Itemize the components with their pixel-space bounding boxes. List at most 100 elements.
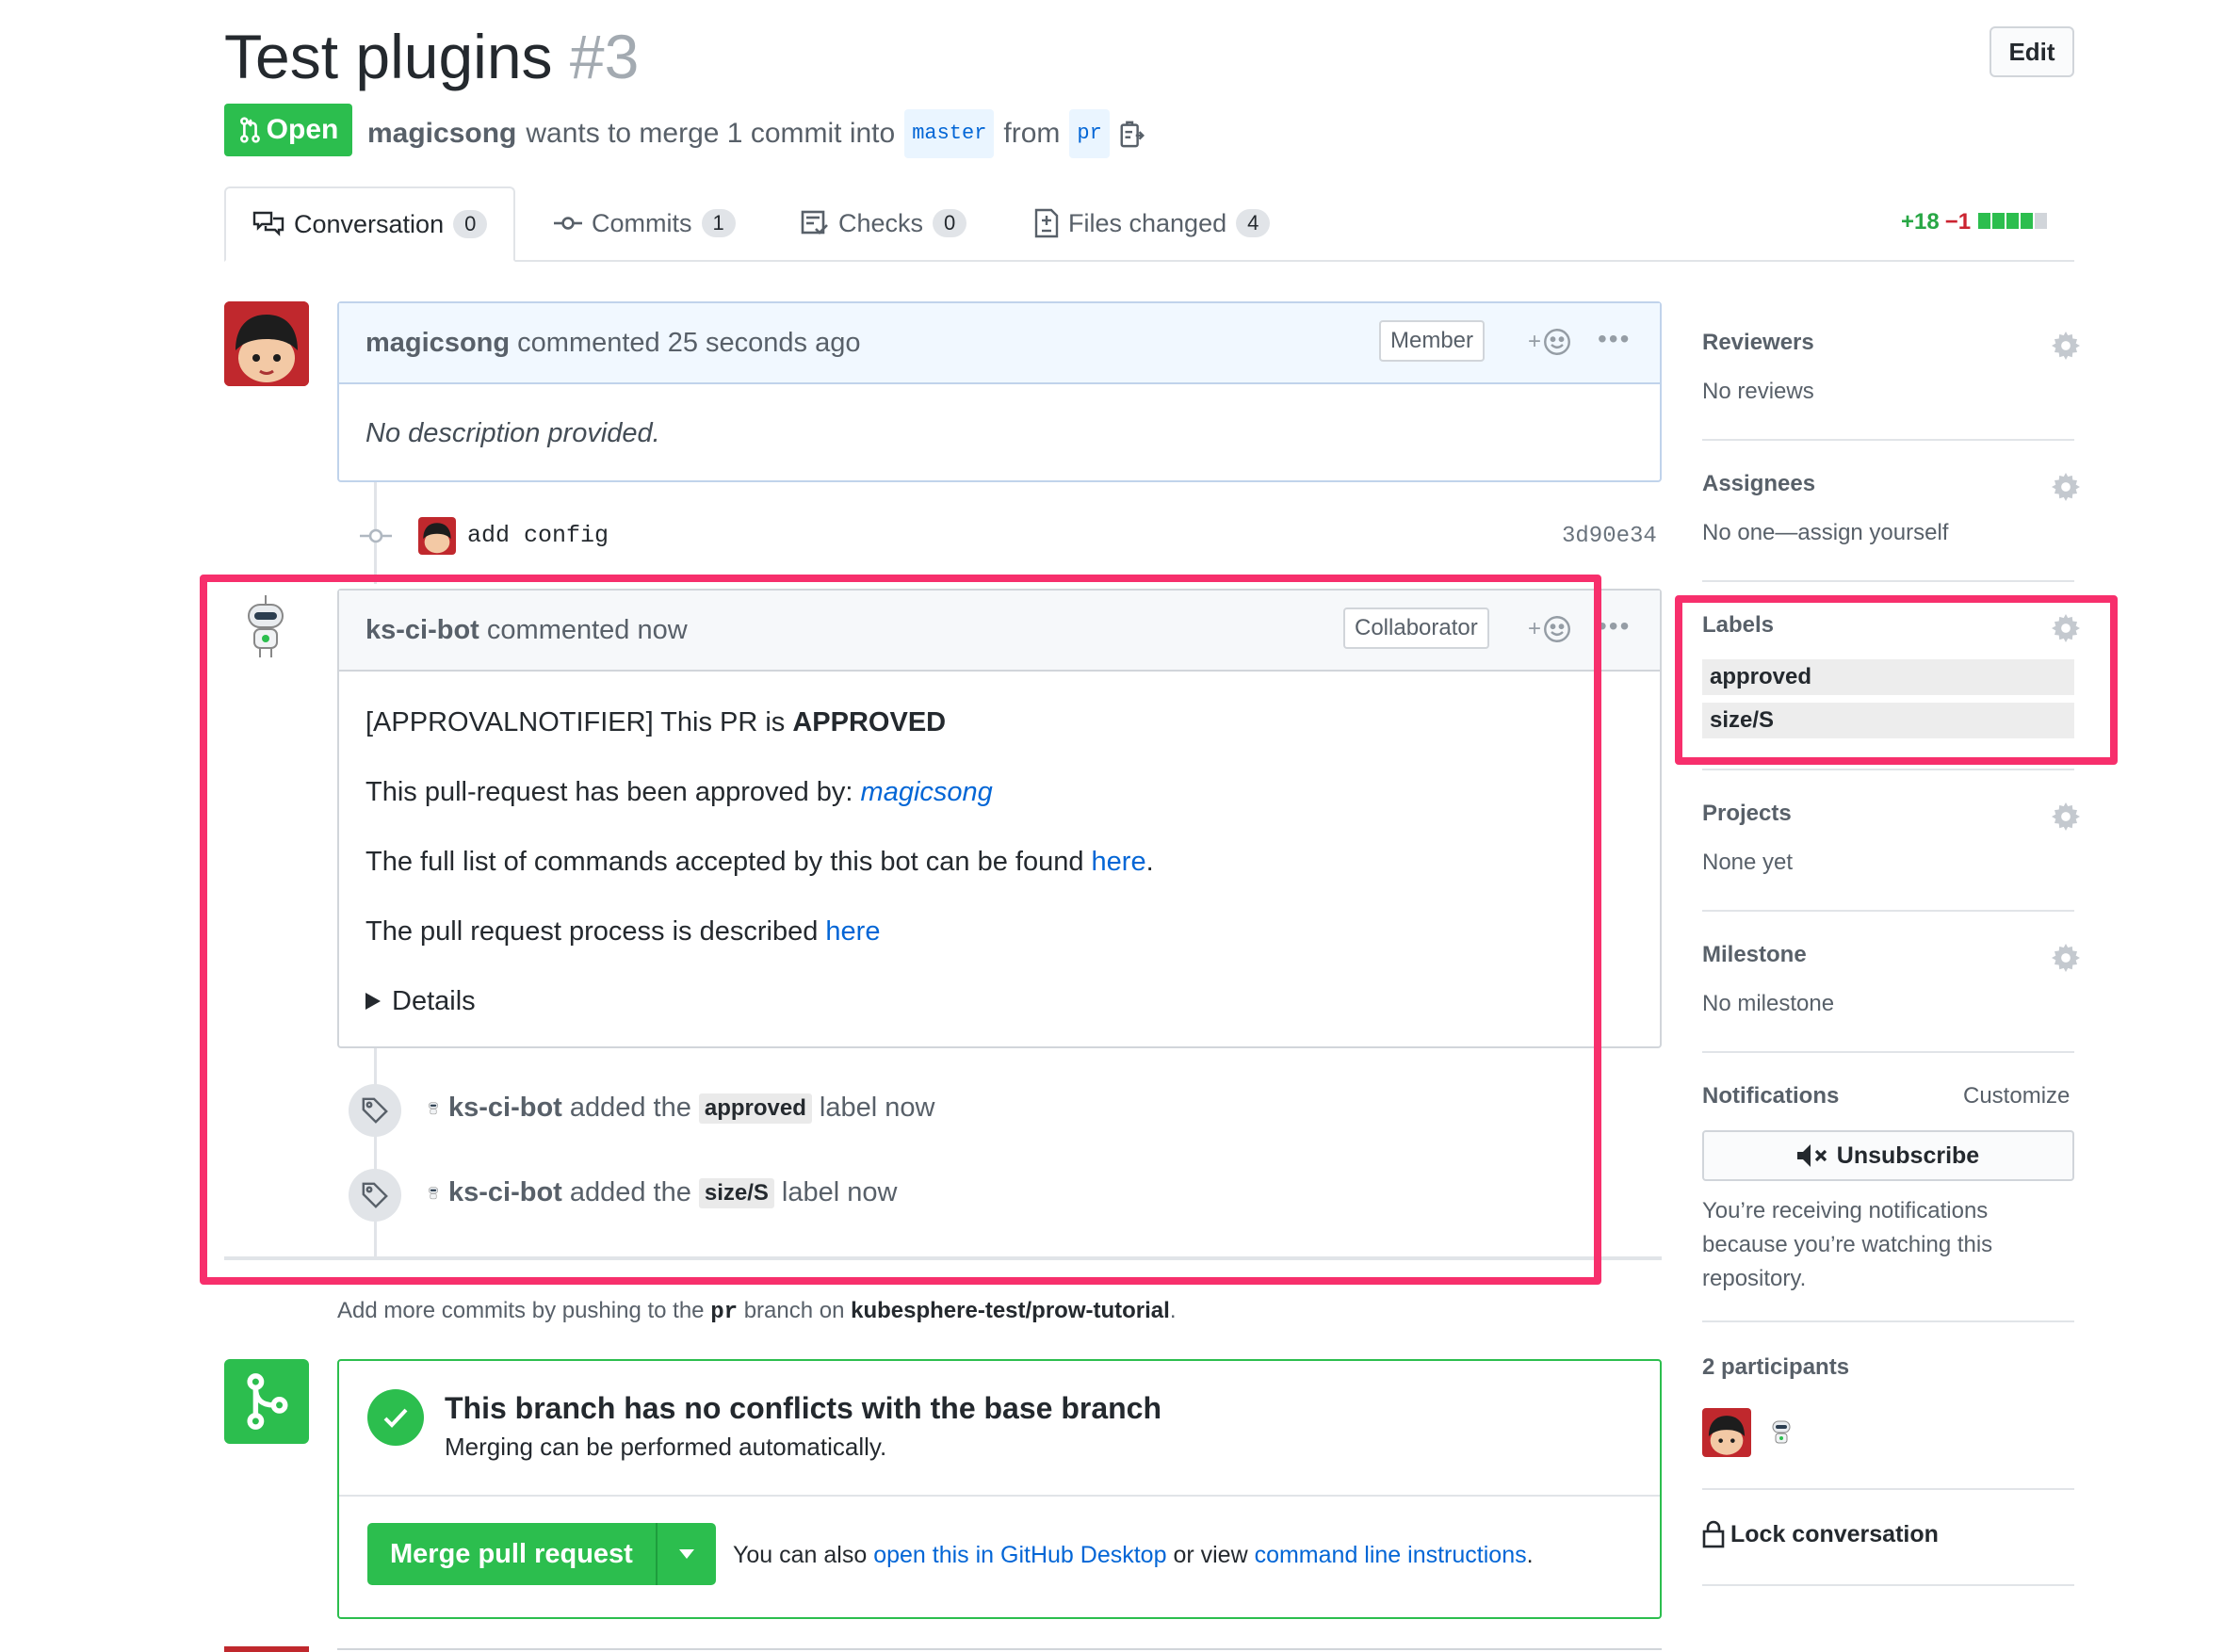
sidebar-divider: [1702, 1584, 2074, 1586]
push-hint: Add more commits by pushing to the pr br…: [337, 1298, 1177, 1325]
notifications-customize-link[interactable]: Customize: [1963, 1083, 2070, 1109]
merge-status-icon: [224, 1359, 309, 1444]
diffstat-additions: +18: [1901, 209, 1940, 235]
diffstat-deletions: −1: [1944, 209, 1972, 235]
tab-commits-count: 1: [701, 209, 736, 237]
copy-branch-icon[interactable]: [1119, 120, 1145, 148]
tab-files-changed[interactable]: Files changed 4: [1034, 186, 1271, 260]
next-avatar-peek: [224, 1646, 309, 1652]
smiley-icon: [1544, 329, 1570, 355]
sidebar-divider: [1702, 1320, 2074, 1322]
sidebar-divider: [1702, 580, 2074, 582]
alternatives-or: or view: [1173, 1542, 1248, 1568]
milestone-value: No milestone: [1702, 991, 1835, 1016]
push-hint-middle: branch on: [743, 1298, 845, 1323]
add-reaction-button[interactable]: +: [1528, 328, 1571, 356]
mute-icon: [1796, 1144, 1827, 1167]
from-text: from: [1003, 118, 1061, 149]
merge-text: wants to merge 1 commit into: [526, 118, 896, 149]
member-badge: Member: [1379, 320, 1486, 362]
tab-files-changed-label: Files changed: [1068, 208, 1227, 237]
pr-tabs: Conversation 0 Commits 1 Checks 0 Files …: [224, 186, 2074, 262]
assignees-value[interactable]: No one—assign yourself: [1702, 520, 1948, 546]
merge-subtitle: Merging can be performed automatically.: [445, 1433, 887, 1461]
merge-options-dropdown[interactable]: [658, 1549, 716, 1559]
avatar-image: [418, 517, 456, 555]
lock-icon: [1702, 1520, 1725, 1548]
participants-heading: 2 participants: [1702, 1354, 1850, 1380]
avatar-image: [1702, 1408, 1751, 1457]
milestone-gear-icon[interactable]: [2052, 944, 2080, 972]
comment-author[interactable]: magicsong: [365, 328, 510, 359]
commit-message[interactable]: add config: [467, 522, 609, 549]
lock-conversation-link[interactable]: Lock conversation: [1702, 1520, 1939, 1548]
diffstat-block: [2006, 213, 2020, 229]
file-diff-icon: [1034, 208, 1059, 238]
tab-commits-label: Commits: [592, 208, 692, 237]
diffstat-block: [1978, 213, 1991, 229]
milestone-heading[interactable]: Milestone: [1702, 942, 1807, 968]
diffstat-block: [1992, 213, 2006, 229]
command-line-link[interactable]: command line instructions: [1255, 1542, 1527, 1568]
edit-button[interactable]: Edit: [1990, 26, 2074, 77]
status-badge-open: Open: [224, 104, 352, 156]
merge-pull-request-button[interactable]: Merge pull request: [367, 1523, 716, 1585]
diffstat-blocks: [1976, 209, 2048, 235]
tab-conversation[interactable]: Conversation 0: [224, 186, 516, 262]
pr-title: Test plugins #3: [224, 19, 639, 94]
notification-reason-line: You’re receiving notifications: [1702, 1198, 1989, 1223]
highlight-box-bot-activity: [200, 575, 1601, 1285]
tab-files-changed-count: 4: [1236, 209, 1271, 237]
projects-heading[interactable]: Projects: [1702, 801, 1792, 827]
push-hint-period: .: [1169, 1298, 1177, 1323]
tab-conversation-count: 0: [453, 210, 488, 238]
assignees-heading[interactable]: Assignees: [1702, 471, 1815, 497]
notification-reason-line: because you’re watching this: [1702, 1232, 1993, 1257]
sidebar-divider: [1702, 910, 2074, 912]
avatar-image: [224, 301, 309, 386]
reviewers-gear-icon[interactable]: [2052, 332, 2080, 360]
diffstat[interactable]: +18 −1: [1901, 209, 2048, 235]
alternatives-period: .: [1526, 1542, 1534, 1568]
git-merge-icon: [247, 1373, 288, 1430]
unsubscribe-button[interactable]: Unsubscribe: [1702, 1130, 2074, 1181]
status-badge-label: Open: [266, 114, 339, 145]
push-hint-branch: pr: [710, 1300, 739, 1325]
merge-summary: magicsong wants to merge 1 commit into m…: [367, 109, 1145, 158]
tab-checks-count: 0: [933, 209, 967, 237]
sidebar-divider: [1702, 769, 2074, 770]
unsubscribe-label: Unsubscribe: [1836, 1142, 1980, 1169]
diffstat-block: [2021, 213, 2034, 229]
merge-box: This branch has no conflicts with the ba…: [337, 1359, 1662, 1619]
comment-header: magicsong commented 25 seconds ago Membe…: [339, 303, 1660, 384]
sidebar-divider: [1702, 439, 2074, 441]
push-hint-text: Add more commits by pushing to the: [337, 1298, 705, 1323]
pr-title-text: Test plugins: [224, 22, 553, 91]
notification-reason: You’re receiving notifications because y…: [1702, 1194, 1992, 1296]
base-branch[interactable]: master: [904, 109, 995, 158]
github-desktop-link[interactable]: open this in GitHub Desktop: [873, 1542, 1166, 1568]
projects-gear-icon[interactable]: [2052, 802, 2080, 831]
comment-discussion-icon: [252, 211, 284, 236]
pr-author-link[interactable]: magicsong: [367, 113, 516, 154]
avatar-magicsong[interactable]: [224, 301, 309, 386]
projects-value: None yet: [1702, 850, 1794, 875]
merge-title: This branch has no conflicts with the ba…: [445, 1391, 1162, 1425]
comment-options-icon[interactable]: •••: [1598, 611, 1631, 641]
head-branch[interactable]: pr: [1069, 109, 1110, 158]
reviewers-heading[interactable]: Reviewers: [1702, 330, 1814, 356]
participant-avatar-ks-ci-bot[interactable]: [1767, 1413, 1795, 1452]
pr-number: #3: [569, 22, 640, 91]
assignees-gear-icon[interactable]: [2052, 473, 2080, 501]
participant-avatar-magicsong[interactable]: [1702, 1408, 1751, 1457]
comment-meta[interactable]: commented 25 seconds ago: [517, 328, 860, 359]
tab-commits[interactable]: Commits 1: [554, 186, 736, 260]
alternatives-text: You can also: [733, 1542, 868, 1568]
commit-author-avatar[interactable]: [418, 517, 456, 555]
comment-options-icon[interactable]: •••: [1598, 324, 1631, 354]
push-hint-repo: kubesphere-test/prow-tutorial: [851, 1298, 1170, 1323]
tab-conversation-label: Conversation: [294, 209, 445, 238]
notifications-heading: Notifications: [1702, 1083, 1840, 1109]
commit-sha[interactable]: 3d90e34: [1562, 524, 1657, 549]
tab-checks[interactable]: Checks 0: [801, 186, 967, 260]
